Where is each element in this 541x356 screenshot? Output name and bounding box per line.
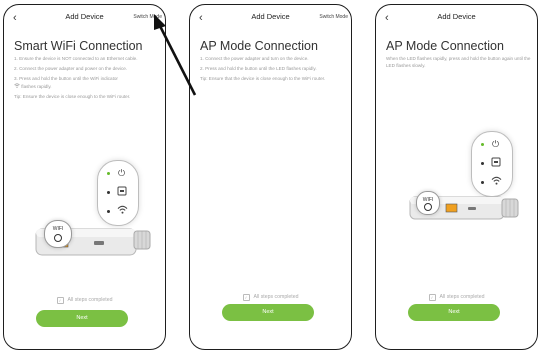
ethernet-icon bbox=[117, 186, 127, 198]
led-dot bbox=[107, 191, 110, 194]
led-indicator-panel: ⏻ bbox=[471, 131, 513, 197]
led-dot bbox=[481, 181, 484, 184]
page-title: AP Mode Connection bbox=[386, 39, 504, 53]
page-title: Smart WiFi Connection bbox=[14, 39, 143, 53]
led-indicator-panel: ⏻ bbox=[97, 160, 139, 226]
wifi-button-label: WIFI bbox=[52, 226, 64, 232]
phone-screen-ap-mode-confirm: ‹ Add Device AP Mode Connection When the… bbox=[375, 4, 538, 350]
led-dot-green bbox=[481, 143, 484, 146]
led-dot bbox=[481, 162, 484, 165]
ethernet-icon bbox=[491, 157, 501, 169]
step-2: 2. Press and hold the button until the L… bbox=[200, 65, 317, 71]
phone-screen-smart-wifi: ‹ Add Device Switch Mode Smart WiFi Conn… bbox=[3, 4, 166, 350]
header-title: Add Device bbox=[437, 12, 476, 21]
instructions: When the LED flashes rapidly, press and … bbox=[386, 56, 531, 73]
all-steps-checkbox[interactable]: ✓ All steps completed bbox=[190, 294, 351, 301]
wifi-icon bbox=[117, 205, 128, 216]
checkbox-icon[interactable]: ✓ bbox=[56, 297, 64, 304]
led-dot-green bbox=[107, 172, 110, 175]
page-title: AP Mode Connection bbox=[200, 39, 318, 53]
all-steps-label: All steps completed bbox=[67, 297, 113, 303]
power-icon: ⏻ bbox=[492, 139, 500, 149]
arrow-icon bbox=[154, 14, 197, 96]
led-dot bbox=[107, 210, 110, 213]
next-button[interactable]: Next bbox=[408, 304, 500, 321]
tip: Tip: Ensure that the device is close eno… bbox=[200, 75, 326, 81]
all-steps-label: All steps completed bbox=[439, 294, 485, 300]
instructions: 1. Ensure the device is NOT connected to… bbox=[14, 56, 159, 104]
wifi-icon bbox=[14, 82, 20, 91]
wifi-button-callout: WIFI bbox=[44, 220, 72, 248]
step-3: 3. Press and hold the button until the W… bbox=[14, 75, 118, 81]
button-icon bbox=[54, 234, 62, 242]
all-steps-checkbox[interactable]: ✓ All steps completed bbox=[4, 297, 165, 304]
next-button[interactable]: Next bbox=[36, 310, 128, 327]
phone-screen-ap-mode: ‹ Add Device Switch Mode AP Mode Connect… bbox=[189, 4, 352, 350]
tip: Tip: Ensure the device is close enough t… bbox=[14, 93, 131, 99]
step-1: 1. Ensure the device is NOT connected to… bbox=[14, 56, 138, 61]
header: ‹ Add Device Switch Mode bbox=[190, 10, 351, 26]
step-3-cont: flashes rapidly. bbox=[21, 83, 52, 89]
power-icon: ⏻ bbox=[118, 168, 126, 178]
all-steps-checkbox[interactable]: ✓ All steps completed bbox=[376, 294, 537, 301]
header: ‹ Add Device bbox=[376, 10, 537, 26]
wifi-button-callout: WIFI bbox=[416, 191, 440, 215]
wifi-icon bbox=[491, 176, 502, 187]
step-1: 1. Connect the power adapter and turn on… bbox=[200, 56, 309, 61]
switch-mode-link[interactable]: Switch Mode bbox=[319, 14, 348, 20]
all-steps-label: All steps completed bbox=[253, 294, 299, 300]
checkbox-icon[interactable]: ✓ bbox=[242, 294, 250, 301]
step-1: When the LED flashes rapidly, press and … bbox=[386, 56, 531, 68]
checkbox-icon[interactable]: ✓ bbox=[428, 294, 436, 301]
instructions: 1. Connect the power adapter and turn on… bbox=[200, 56, 345, 86]
button-icon bbox=[424, 203, 432, 211]
step-2: 2. Connect the power adapter and power o… bbox=[14, 65, 128, 71]
header: ‹ Add Device Switch Mode bbox=[4, 10, 165, 26]
next-button[interactable]: Next bbox=[222, 304, 314, 321]
